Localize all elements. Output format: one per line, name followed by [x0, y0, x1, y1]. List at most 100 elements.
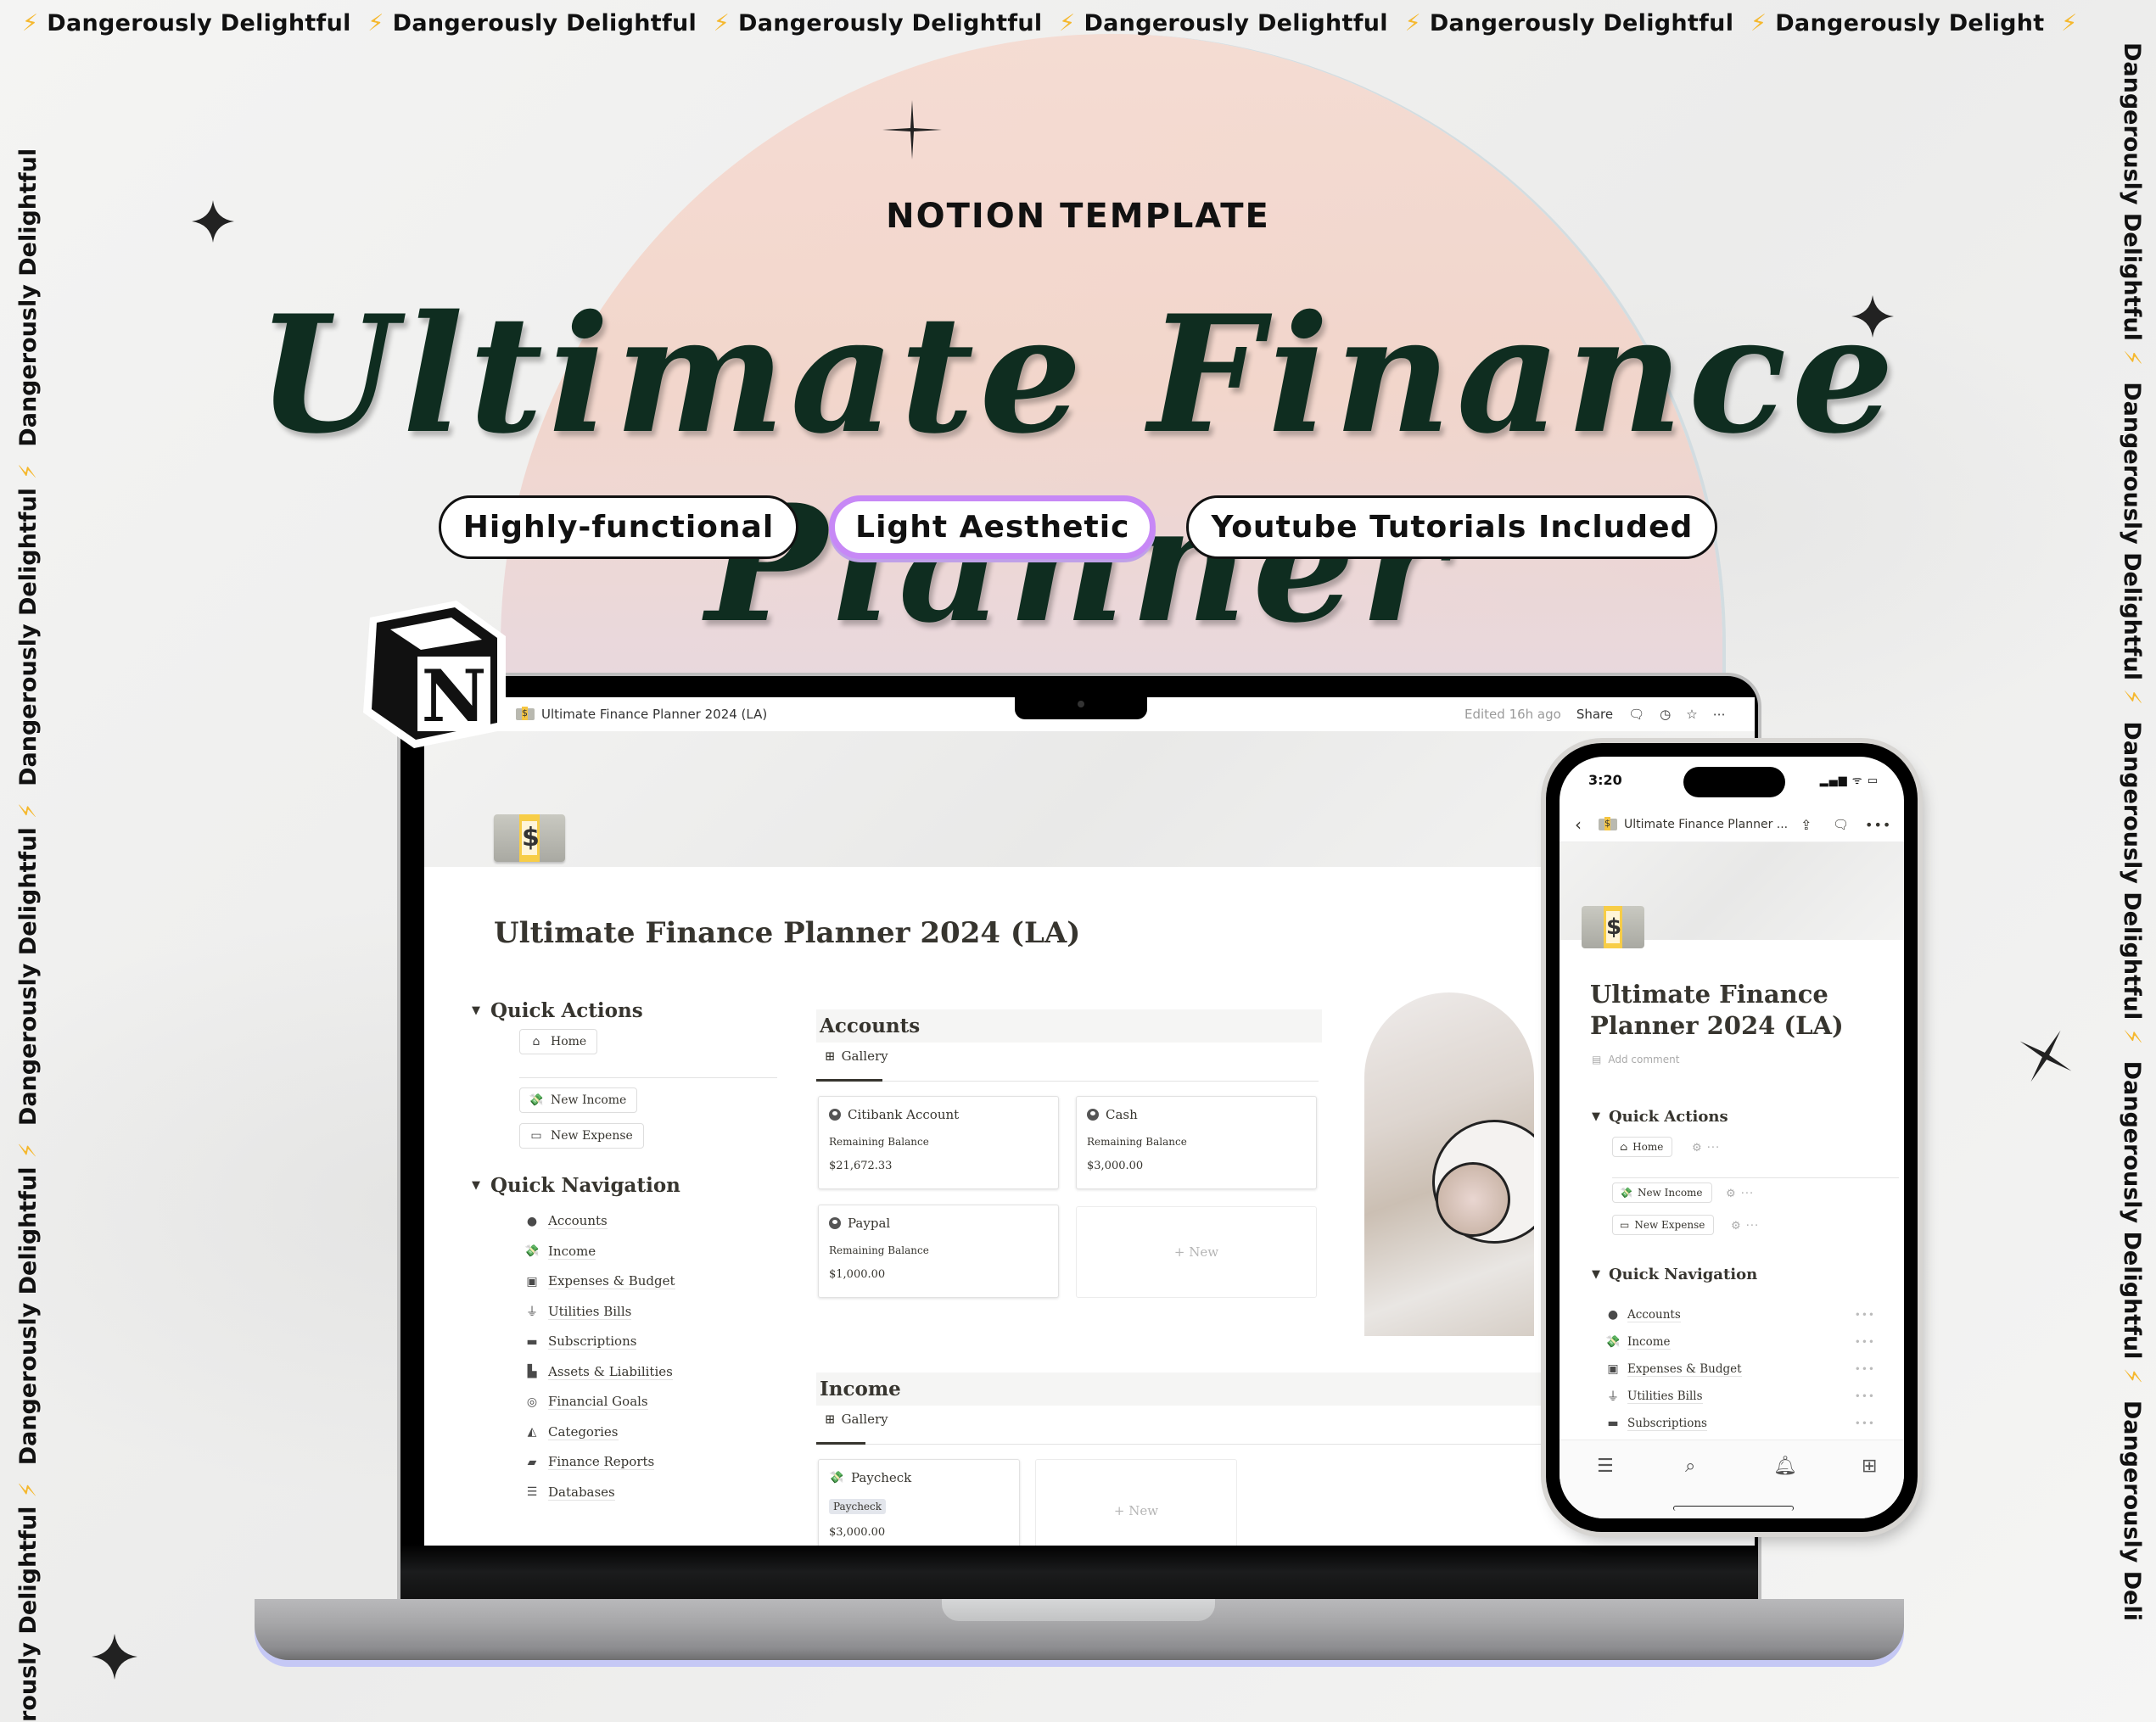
new-expense-button[interactable]: ▭ New Expense — [1612, 1215, 1715, 1235]
nav-link-utilities-bills[interactable]: ⏚ Utilities Bills ••• — [1605, 1383, 1882, 1410]
button-label: Home — [1632, 1141, 1664, 1153]
new-income-card-button[interactable]: + New — [1035, 1459, 1237, 1546]
bell-icon[interactable]: 🔔︎ — [1773, 1456, 1797, 1477]
quick-navigation-list: ● Accounts 💸 Income ▣ Expenses & Budget ⏚ Ut… — [524, 1206, 675, 1507]
more-icon[interactable]: ••• — [1855, 1417, 1875, 1429]
income-gallery-tab[interactable]: ⊞ Gallery — [825, 1412, 888, 1427]
bolt-icon: ⚡ — [2119, 689, 2145, 705]
card-title: Citibank Account — [848, 1107, 960, 1122]
home-button[interactable]: ⌂ Home — [1612, 1137, 1673, 1157]
button-settings[interactable]: ⚙ ··· — [1731, 1220, 1759, 1233]
more-icon[interactable]: ••• — [1855, 1336, 1875, 1348]
marquee-text: rously Delightful — [15, 1506, 42, 1722]
topbar-actions: Edited 16h ago Share 🗨 ◷ ☆ ⋯ — [1464, 707, 1726, 722]
new-income-button[interactable]: 💸 New Income — [1612, 1182, 1712, 1203]
button-settings[interactable]: ⚙ ··· — [1726, 1188, 1754, 1200]
nav-link-finance-reports[interactable]: ▰ Finance Reports — [524, 1447, 675, 1478]
more-icon[interactable]: ••• — [1855, 1309, 1875, 1321]
nav-link-expenses-budget[interactable]: ▣ Expenses & Budget — [524, 1266, 675, 1297]
clock-icon[interactable]: ◷ — [1660, 707, 1671, 722]
button-label: New Income — [1637, 1187, 1703, 1199]
income-type-tag: Paycheck — [829, 1499, 887, 1514]
account-card-citibank[interactable]: Citibank Account Remaining Balance $21,6… — [818, 1096, 1059, 1189]
user-icon — [829, 1217, 841, 1229]
quick-actions-toggle[interactable]: ▼ Quick Actions — [1592, 1108, 1728, 1126]
search-icon[interactable]: ⌕ — [1685, 1456, 1695, 1477]
tab-label: Gallery — [841, 1412, 888, 1427]
money-icon: ▣ — [526, 1274, 538, 1289]
list-icon[interactable]: ☰ — [1597, 1456, 1614, 1477]
more-icon[interactable]: ••• — [1855, 1390, 1875, 1402]
quick-navigation-toggle[interactable]: ▼ Quick Navigation — [1592, 1266, 1757, 1283]
nav-link-income[interactable]: 💸 Income ••• — [1605, 1328, 1882, 1356]
mobile-breadcrumb[interactable]: Ultimate Finance Planner ... — [1599, 817, 1788, 831]
nav-link-assets-liabilities[interactable]: ▙ Assets & Liabilities — [524, 1357, 675, 1388]
nav-label: Assets & Liabilities — [548, 1363, 673, 1380]
marquee-text: Dangerously Delightful — [47, 10, 351, 36]
card-property: Remaining Balance — [1087, 1136, 1187, 1148]
plug-icon: ⏚ — [526, 1305, 538, 1320]
nav-label: Subscriptions — [1627, 1416, 1707, 1431]
pill-light-aesthetic: Light Aesthetic — [829, 495, 1156, 559]
comment-icon[interactable]: 🗨 — [1628, 707, 1644, 722]
target-icon: ◎ — [526, 1395, 538, 1409]
nav-link-utilities-bills[interactable]: ⏚ Utilities Bills — [524, 1297, 675, 1328]
add-comment-button[interactable]: ▤ Add comment — [1592, 1054, 1679, 1065]
nav-link-categories[interactable]: ◭ Categories — [524, 1417, 675, 1448]
more-icon[interactable]: ••• — [1865, 817, 1891, 833]
new-account-button[interactable]: + New — [1076, 1206, 1317, 1298]
database-icon: ☰ — [526, 1485, 538, 1500]
nav-label: Financial Goals — [548, 1394, 648, 1411]
quick-actions-toggle[interactable]: ▼ Quick Actions — [472, 999, 643, 1022]
new-income-button[interactable]: 💸 New Income — [519, 1087, 638, 1113]
nav-link-income[interactable]: 💸 Income — [524, 1237, 675, 1267]
sparkle-icon — [92, 1634, 137, 1680]
button-settings[interactable]: ⚙ ··· — [1692, 1142, 1720, 1155]
income-card-paycheck[interactable]: 💸 Paycheck Paycheck $3,000.00 — [818, 1459, 1020, 1546]
nav-link-databases[interactable]: ☰ Databases — [524, 1478, 675, 1508]
new-expense-button[interactable]: ▭ New Expense — [519, 1123, 644, 1149]
money-icon: ▣ — [1607, 1362, 1619, 1376]
star-icon[interactable]: ☆ — [1686, 707, 1697, 722]
back-chevron-icon[interactable]: ‹ — [1575, 814, 1582, 835]
mobile-nav-bar: ‹ Ultimate Finance Planner ... ⇪ 🗨 ••• — [1560, 808, 1904, 842]
more-icon[interactable]: ⋯ — [1713, 707, 1726, 722]
share-button[interactable]: Share — [1576, 707, 1613, 722]
quick-navigation-toggle[interactable]: ▼ Quick Navigation — [472, 1174, 680, 1197]
active-tab-indicator — [816, 1442, 865, 1445]
marquee-text: Dangerously Deli — [2119, 1400, 2145, 1621]
marquee-text: Dangerously Delightful — [15, 827, 42, 1127]
card-title: Paypal — [848, 1216, 891, 1231]
card-property: Remaining Balance — [829, 1136, 929, 1148]
divider — [1612, 1177, 1899, 1178]
breadcrumb[interactable]: Ultimate Finance Planner 2024 (LA) — [516, 707, 767, 722]
comment-icon[interactable]: 🗨 — [1833, 817, 1849, 832]
pill-youtube-tutorials: Youtube Tutorials Included — [1186, 495, 1718, 559]
triangle-down-icon: ▼ — [472, 1179, 480, 1192]
marquee-text: Dangerously Delightful — [2119, 1060, 2145, 1360]
add-comment-label: Add comment — [1608, 1054, 1680, 1065]
gallery-icon: ⊞ — [825, 1048, 836, 1064]
home-button[interactable]: ⌂ Home — [519, 1029, 598, 1054]
more-icon[interactable]: ••• — [1855, 1363, 1875, 1375]
nav-link-accounts[interactable]: ● Accounts — [524, 1206, 675, 1237]
account-card-paypal[interactable]: Paypal Remaining Balance $1,000.00 — [818, 1205, 1059, 1298]
new-page-icon[interactable]: ⊞ — [1862, 1456, 1877, 1477]
button-label: New Expense — [1634, 1219, 1705, 1231]
account-card-cash[interactable]: Cash Remaining Balance $3,000.00 — [1076, 1096, 1317, 1189]
share-icon[interactable]: ⇪ — [1800, 817, 1812, 833]
nav-link-expenses-budget[interactable]: ▣ Expenses & Budget ••• — [1605, 1356, 1882, 1383]
nav-link-subscriptions[interactable]: ▬ Subscriptions ••• — [1605, 1410, 1882, 1437]
mobile-tab-bar: ☰ ⌕ 🔔︎ ⊞ — [1560, 1440, 1904, 1518]
shapes-icon: ◭ — [527, 1425, 537, 1440]
card-value: $3,000.00 — [1087, 1160, 1144, 1172]
accounts-gallery-tab[interactable]: ⊞ Gallery — [825, 1048, 888, 1064]
feature-pills: Highly-functional Light Aesthetic Youtub… — [0, 495, 2156, 559]
status-icons: ▂▄▆ ᯤ ▭ — [1819, 774, 1879, 787]
nav-link-financial-goals[interactable]: ◎ Financial Goals — [524, 1387, 675, 1417]
marquee-text: Dangerously Delight — [1775, 10, 2045, 36]
nav-label: Utilities Bills — [548, 1303, 632, 1320]
nav-link-subscriptions[interactable]: ▬ Subscriptions — [524, 1327, 675, 1357]
nav-label: Databases — [548, 1484, 615, 1501]
nav-link-accounts[interactable]: ● Accounts ••• — [1605, 1301, 1882, 1328]
